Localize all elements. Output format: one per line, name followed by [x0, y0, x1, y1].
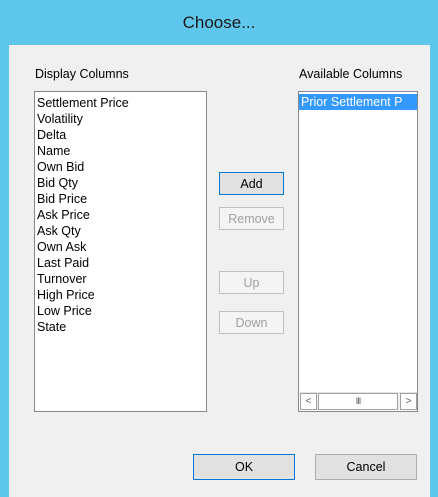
list-item[interactable]: Bid Qty [35, 175, 206, 191]
display-columns-list[interactable]: Settlement Price Volatility Delta Name O… [34, 91, 207, 412]
cancel-button[interactable]: Cancel [315, 454, 417, 480]
list-item[interactable]: High Price [35, 287, 206, 303]
list-item[interactable]: Own Ask [35, 239, 206, 255]
add-button[interactable]: Add [219, 172, 284, 195]
list-item[interactable]: Prior Settlement P [299, 94, 417, 110]
dialog-window: Choose... Display Columns Settlement Pri… [0, 0, 438, 497]
dialog-body: Display Columns Settlement Price Volatil… [9, 45, 430, 497]
chevron-left-icon[interactable]: < [300, 393, 317, 410]
horizontal-scrollbar[interactable]: < III > [300, 392, 417, 410]
display-columns-label: Display Columns [35, 67, 129, 81]
ok-button[interactable]: OK [193, 454, 295, 480]
move-up-button[interactable]: Up [219, 271, 284, 294]
list-item[interactable]: Ask Qty [35, 223, 206, 239]
list-item[interactable]: Own Bid [35, 159, 206, 175]
list-item[interactable]: Turnover [35, 271, 206, 287]
scrollbar-thumb[interactable]: III [318, 393, 398, 410]
chevron-right-icon[interactable]: > [400, 393, 417, 410]
remove-button[interactable]: Remove [219, 207, 284, 230]
available-columns-label: Available Columns [299, 67, 403, 81]
available-columns-list[interactable]: Prior Settlement P < III > [298, 91, 418, 412]
list-item[interactable]: Bid Price [35, 191, 206, 207]
list-item[interactable]: Volatility [35, 111, 206, 127]
list-item[interactable]: Ask Price [35, 207, 206, 223]
list-item[interactable]: Low Price [35, 303, 206, 319]
list-item[interactable]: Name [35, 143, 206, 159]
dialog-title: Choose... [182, 13, 256, 32]
list-item[interactable]: State [35, 319, 206, 335]
list-item[interactable]: Delta [35, 127, 206, 143]
list-item[interactable]: Settlement Price [35, 95, 206, 111]
move-down-button[interactable]: Down [219, 311, 284, 334]
title-bar[interactable]: Choose... [0, 0, 438, 45]
list-item[interactable]: Last Paid [35, 255, 206, 271]
